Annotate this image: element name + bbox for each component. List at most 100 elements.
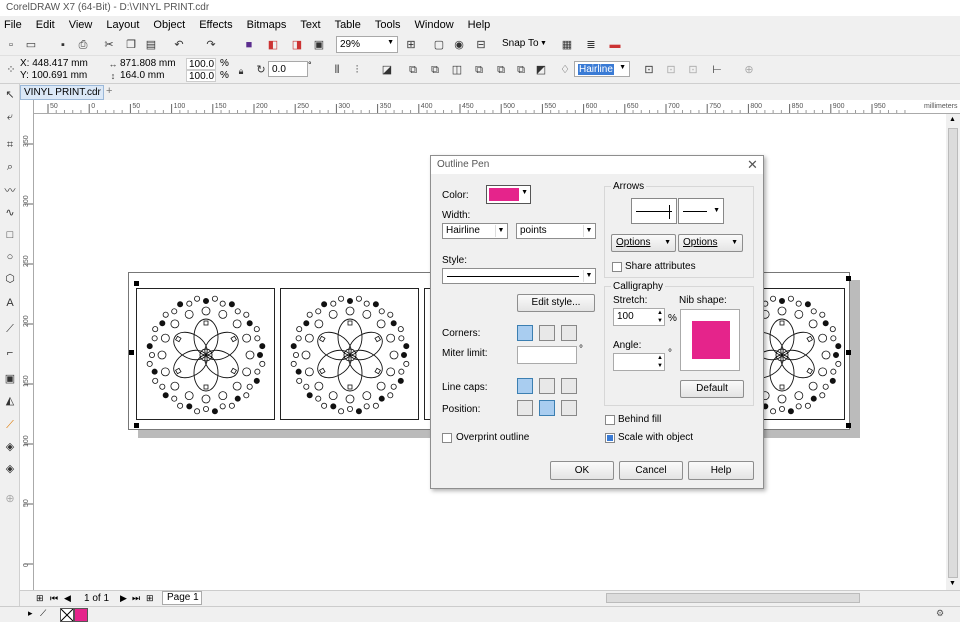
behind-fill-checkbox[interactable] [605,415,615,425]
menu-file[interactable]: File [4,19,22,31]
intersect-icon[interactable]: ◫ [450,63,464,77]
settings-icon[interactable]: ⚙ [936,608,944,619]
width-combo[interactable]: Hairline ▼ [442,223,508,239]
corner-miter-button[interactable] [517,325,533,341]
add-page-icon[interactable]: ⊞ [36,593,44,604]
convert-to-curves-icon[interactable]: ⊡ [686,63,700,77]
launch-icon[interactable]: ▬ [608,38,622,52]
rectangle-tool-icon[interactable]: □ [3,228,17,242]
print-icon[interactable]: ⎙ [76,38,90,52]
x-position-field[interactable]: X: 448.417 mm [20,58,96,70]
last-page-icon[interactable]: ⏭ [132,593,140,604]
interactive-fill-icon[interactable]: ◈ [3,440,17,454]
width-unit-combo[interactable]: points ▼ [516,223,596,239]
width-field[interactable]: 871.808 mm [120,58,184,70]
full-screen-icon[interactable]: ▢ [432,38,446,52]
edit-style-button[interactable]: Edit style... [517,294,595,312]
save-icon[interactable]: ▪ [56,38,70,52]
menu-bitmaps[interactable]: Bitmaps [247,19,287,31]
new-tab-icon[interactable]: + [106,85,112,97]
nib-angle-field[interactable]: ▲ ▼ [613,353,665,371]
selection-handle[interactable] [846,350,851,355]
trim-icon[interactable]: ⧉ [428,63,442,77]
menu-text[interactable]: Text [300,19,320,31]
eyedropper-icon[interactable]: ⟋ [3,418,17,432]
overprint-checkbox[interactable] [442,433,452,443]
position-outside-button[interactable] [517,400,533,416]
rotation-field[interactable]: 0.0 [268,61,308,77]
zoom-level-combo[interactable]: 29% ▼ [336,36,398,53]
cap-butt-button[interactable] [517,378,533,394]
close-icon[interactable]: ✕ [747,157,758,173]
show-grid-icon[interactable]: ⊟ [474,38,488,52]
freehand-tool-icon[interactable]: 〰 [3,184,17,198]
back-minus-front-icon[interactable]: ⧉ [514,63,528,77]
next-page-icon[interactable]: ▶ [120,593,127,604]
ok-button[interactable]: OK [550,461,614,480]
options-icon[interactable]: ▦ [560,38,574,52]
drop-shadow-icon[interactable]: ▣ [3,372,17,386]
selection-handle[interactable] [134,423,139,428]
export-icon[interactable]: ◨ [290,38,304,52]
simplify-icon[interactable]: ⧉ [472,63,486,77]
shape-tool-icon[interactable]: ⤶ [3,110,17,124]
search-content-icon[interactable]: ■ [242,38,256,52]
redo-icon[interactable]: ↷ [204,38,218,52]
ellipse-tool-icon[interactable]: ○ [3,250,17,264]
position-inside-button[interactable] [561,400,577,416]
align-distribute-icon[interactable]: ⊢ [710,63,724,77]
cut-icon[interactable]: ✂ [102,38,116,52]
copy-icon[interactable]: ❐ [124,38,138,52]
connector-tool-icon[interactable]: ⌐ [3,346,17,360]
artistic-media-icon[interactable]: ∿ [3,206,17,220]
end-arrow-combo[interactable]: ▼ [678,198,724,224]
weld-icon[interactable]: ⧉ [406,63,420,77]
cancel-button[interactable]: Cancel [619,461,683,480]
corner-bevel-button[interactable] [561,325,577,341]
import-icon[interactable]: ◧ [266,38,280,52]
line-style-combo[interactable]: ▼ [442,268,596,284]
tab-page-1[interactable]: Page 1 [162,591,202,605]
zoom-fit-icon[interactable]: ⊞ [404,38,418,52]
chevron-down-icon[interactable]: ▼ [540,40,547,47]
selection-handle[interactable] [846,423,851,428]
horizontal-scrollbar[interactable] [606,593,860,603]
paste-icon[interactable]: ▤ [144,38,158,52]
lock-icon[interactable]: 🔒︎ [234,64,248,78]
new-icon[interactable]: ▫ [4,38,18,52]
add-tool-icon[interactable]: ⊕ [3,492,17,506]
position-center-button[interactable] [539,400,555,416]
cap-square-button[interactable] [561,378,577,394]
horizontal-ruler[interactable]: 50 0 50 100 150 200 250 300 350 400 450 500 550 600 65… [34,100,960,114]
menu-view[interactable]: View [69,19,93,31]
transparency-icon[interactable]: ◭ [3,394,17,408]
fill-none-swatch[interactable] [60,608,74,622]
zoom-tool-icon[interactable]: ⌕ [3,160,17,174]
menu-window[interactable]: Window [415,19,454,31]
text-tool-icon[interactable]: A [3,296,17,310]
end-arrow-options-button[interactable]: Options ▼ [678,234,743,252]
menu-tools[interactable]: Tools [375,19,401,31]
menu-effects[interactable]: Effects [199,19,232,31]
previous-page-icon[interactable]: ◀ [64,593,71,604]
pick-tool-icon[interactable]: ↖ [3,88,17,102]
outline-width-combo[interactable]: Hairline ▼ [574,61,630,77]
selection-handle[interactable] [846,276,851,281]
color-picker[interactable]: ▼ [486,185,531,204]
default-button[interactable]: Default [680,380,744,398]
publish-pdf-icon[interactable]: ▣ [312,38,326,52]
miter-limit-field[interactable] [517,346,577,364]
nib-shape-preview[interactable] [680,309,740,371]
start-arrow-options-button[interactable]: Options ▼ [611,234,676,252]
application-launcher-icon[interactable]: ≣ [584,38,598,52]
mirror-vertical-icon[interactable]: ⫶ [350,63,364,77]
y-position-field[interactable]: Y: 100.691 mm [20,70,96,82]
mirror-horizontal-icon[interactable]: ⫴ [330,63,344,77]
add-page-after-icon[interactable]: ⊞ [146,593,154,604]
menu-object[interactable]: Object [153,19,185,31]
undo-icon[interactable]: ↶ [172,38,186,52]
eyedropper-icon[interactable]: ⟋ [40,608,46,619]
add-icon[interactable]: ⊕ [742,63,756,77]
help-button[interactable]: Help [688,461,754,480]
scale-with-object-checkbox[interactable] [605,433,615,443]
